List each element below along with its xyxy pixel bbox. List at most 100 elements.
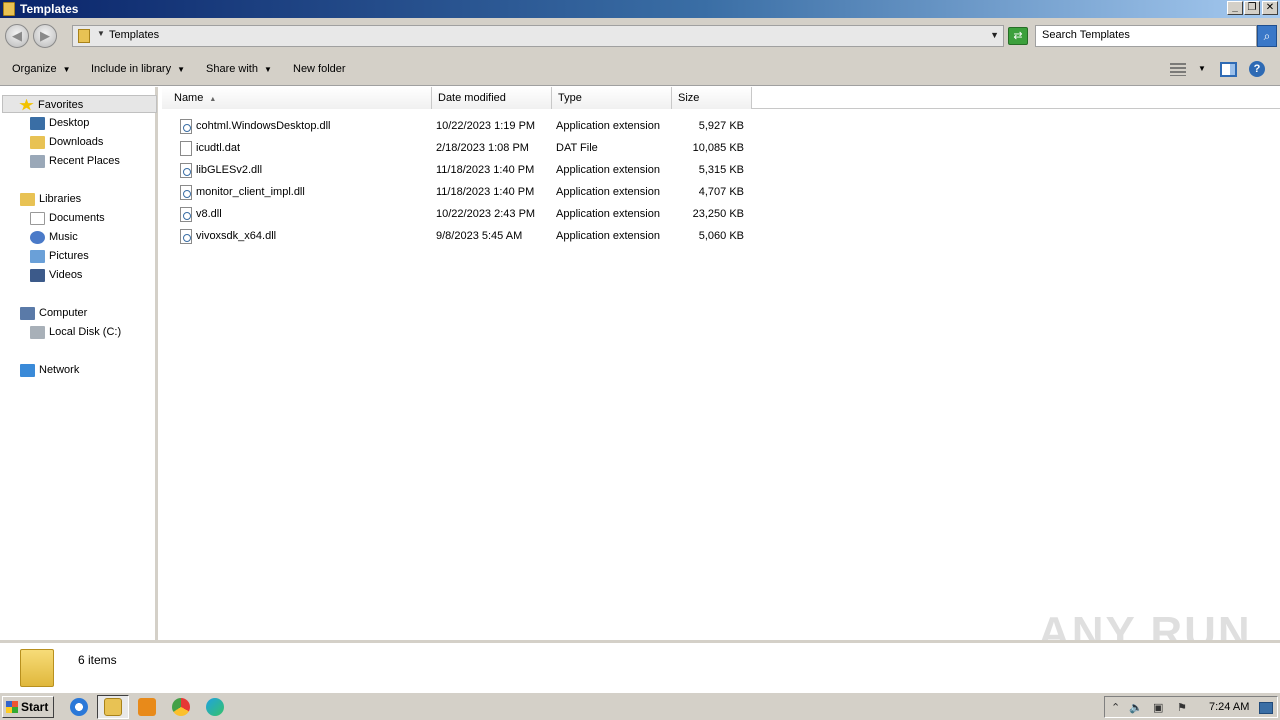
nav-computer[interactable]: Computer: [20, 304, 87, 322]
address-box[interactable]: ▼ Templates ▼: [72, 25, 1004, 47]
file-size: 10,085 KB: [692, 142, 744, 154]
file-size: 23,250 KB: [692, 208, 744, 220]
nav-network[interactable]: Network: [20, 361, 79, 379]
chevron-down-icon[interactable]: ▼: [1198, 64, 1206, 73]
file-type: Application extension: [556, 208, 660, 220]
nav-videos[interactable]: Videos: [30, 266, 82, 284]
file-date: 9/8/2023 5:45 AM: [436, 230, 523, 242]
network-icon: [20, 363, 35, 377]
file-date: 11/18/2023 1:40 PM: [436, 186, 535, 198]
chevron-down-icon: ▼: [177, 65, 186, 74]
restore-button[interactable]: ❐: [1244, 1, 1260, 15]
file-name: icudtl.dat: [196, 142, 241, 154]
taskbar-explorer-button[interactable]: [97, 695, 129, 719]
change-view-icon[interactable]: [1170, 63, 1186, 76]
file-row[interactable]: cohtml.WindowsDesktop.dll 10/22/2023 1:1…: [162, 115, 762, 137]
nav-music[interactable]: Music: [30, 228, 78, 246]
nav-label: Documents: [49, 212, 105, 224]
column-name-label: Name: [174, 92, 204, 104]
nav-libraries[interactable]: Libraries: [20, 190, 81, 208]
nav-downloads[interactable]: Downloads: [30, 133, 103, 151]
nav-label: Local Disk (C:): [49, 326, 122, 338]
address-bar-row: ◀ ▶ ▼ Templates ▼ ⇄ Search Templates ⌕: [0, 18, 1280, 54]
nav-label: Libraries: [39, 193, 82, 205]
chevron-down-icon: ▼: [263, 65, 272, 74]
nav-label: Favorites: [38, 99, 84, 111]
close-button[interactable]: ✕: [1262, 1, 1278, 15]
file-type: DAT File: [556, 142, 598, 154]
network-status-icon[interactable]: ▣: [1153, 701, 1163, 714]
system-tray: ⌃ 🔈 ▣ ⚑ 7:24 AM: [1104, 696, 1278, 718]
action-center-flag-icon[interactable]: ⚑: [1177, 701, 1187, 714]
start-label: Start: [21, 700, 49, 714]
drive-icon: [30, 325, 45, 339]
refresh-button[interactable]: ⇄: [1008, 27, 1028, 45]
dll-file-icon: [180, 229, 192, 244]
file-type: Application extension: [556, 230, 660, 242]
window-title: Templates: [20, 2, 79, 16]
chevron-down-icon[interactable]: ▼: [97, 29, 105, 38]
nav-pictures[interactable]: Pictures: [30, 247, 89, 265]
file-row[interactable]: libGLESv2.dll 11/18/2023 1:40 PM Applica…: [162, 159, 762, 181]
start-button[interactable]: Start: [2, 696, 54, 718]
file-type: Application extension: [556, 164, 660, 176]
new-folder-button[interactable]: New folder: [293, 63, 346, 75]
nav-label: Videos: [49, 269, 83, 281]
file-date: 11/18/2023 1:40 PM: [436, 164, 535, 176]
include-in-library-button[interactable]: Include in library ▼: [91, 63, 185, 75]
documents-icon: [30, 211, 45, 225]
nav-label: Computer: [39, 307, 88, 319]
details-pane: 6 items: [0, 640, 1280, 692]
address-dropdown-icon[interactable]: ▼: [990, 30, 999, 40]
nav-desktop[interactable]: Desktop: [30, 114, 89, 132]
show-desktop-icon[interactable]: [1259, 702, 1273, 714]
volume-icon[interactable]: 🔈: [1129, 701, 1143, 714]
nav-label: Pictures: [49, 250, 89, 262]
nav-label: Downloads: [49, 136, 104, 148]
share-with-button[interactable]: Share with ▼: [206, 63, 272, 75]
media-player-icon[interactable]: [138, 698, 156, 716]
nav-favorites[interactable]: Favorites: [2, 95, 157, 113]
forward-button[interactable]: ▶: [33, 24, 57, 48]
file-row[interactable]: monitor_client_impl.dll 11/18/2023 1:40 …: [162, 181, 762, 203]
file-date: 10/22/2023 1:19 PM: [436, 120, 536, 132]
breadcrumb-templates[interactable]: Templates: [109, 29, 159, 41]
organize-button[interactable]: Organize ▼: [12, 63, 71, 75]
show-hidden-icons-icon[interactable]: ⌃: [1111, 701, 1120, 714]
search-icon[interactable]: ⌕: [1257, 25, 1277, 47]
dll-file-icon: [180, 163, 192, 178]
command-bar: Organize ▼ Include in library ▼ Share with…: [0, 54, 1280, 86]
search-input[interactable]: Search Templates: [1035, 25, 1257, 47]
nav-recent-places[interactable]: Recent Places: [30, 152, 120, 170]
desktop-icon: [30, 116, 45, 130]
title-bar: Templates _ ❐ ✕: [0, 0, 1280, 18]
file-size: 5,315 KB: [698, 164, 744, 176]
file-row[interactable]: v8.dll 10/22/2023 2:43 PM Application ex…: [162, 203, 762, 225]
file-name: v8.dll: [196, 208, 222, 220]
file-name: cohtml.WindowsDesktop.dll: [196, 120, 331, 132]
folder-icon: [78, 29, 90, 43]
file-name: monitor_client_impl.dll: [196, 186, 305, 198]
column-header-row: Name ▲ Date modified Type Size: [162, 87, 1280, 109]
file-name: vivoxsdk_x64.dll: [196, 230, 277, 242]
nav-local-disk[interactable]: Local Disk (C:): [30, 323, 121, 341]
column-size[interactable]: Size: [672, 87, 752, 109]
help-icon[interactable]: ?: [1249, 61, 1265, 77]
folder-icon: [3, 2, 15, 16]
file-date: 10/22/2023 2:43 PM: [436, 208, 536, 220]
file-size: 5,060 KB: [698, 230, 744, 242]
internet-explorer-icon[interactable]: [70, 698, 88, 716]
edge-icon[interactable]: [206, 698, 224, 716]
column-date-modified[interactable]: Date modified: [432, 87, 552, 109]
column-type[interactable]: Type: [552, 87, 672, 109]
column-name[interactable]: Name ▲: [162, 87, 432, 109]
libraries-icon: [20, 192, 35, 206]
back-button[interactable]: ◀: [5, 24, 29, 48]
clock[interactable]: 7:24 AM: [1209, 701, 1249, 713]
file-row[interactable]: icudtl.dat 2/18/2023 1:08 PM DAT File 10…: [162, 137, 762, 159]
minimize-button[interactable]: _: [1227, 1, 1243, 15]
nav-documents[interactable]: Documents: [30, 209, 105, 227]
preview-pane-icon[interactable]: [1220, 62, 1237, 77]
chrome-icon[interactable]: [172, 698, 190, 716]
file-row[interactable]: vivoxsdk_x64.dll 9/8/2023 5:45 AM Applic…: [162, 225, 762, 247]
